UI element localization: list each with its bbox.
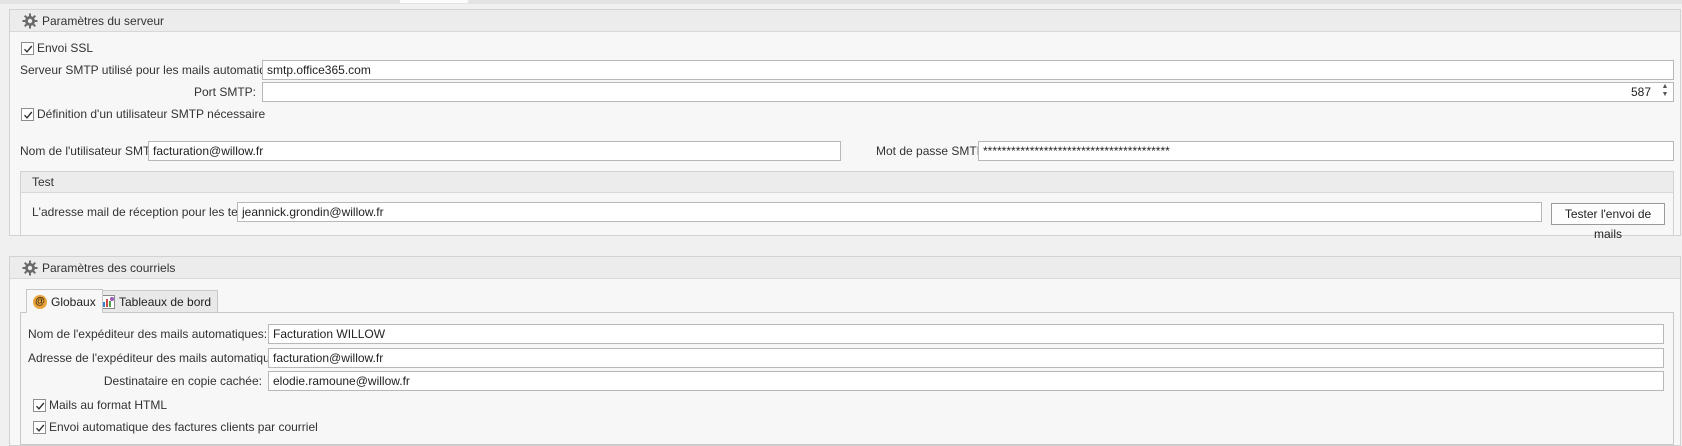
chevron-up-icon[interactable]: ▲	[1659, 83, 1671, 91]
html-format-label: Mails au format HTML	[49, 398, 168, 412]
dashboard-icon	[101, 294, 115, 309]
test-title: Test	[32, 175, 55, 189]
test-address-label: L'adresse mail de réception pour les tes…	[32, 205, 257, 219]
username-input[interactable]: facturation@willow.fr	[148, 141, 841, 161]
bcc-label: Destinataire en copie cachée:	[103, 374, 262, 388]
sender-name-label: Nom de l'expéditeur des mails automatiqu…	[28, 327, 268, 341]
auth-required-label: Définition d'un utilisateur SMTP nécessa…	[37, 107, 266, 121]
gear-icon	[22, 260, 38, 276]
tab-globaux-label: Globaux	[51, 294, 96, 309]
password-label: Mot de passe SMTP:	[876, 144, 989, 158]
auto-invoice-checkbox[interactable]	[33, 421, 46, 434]
html-format-checkbox[interactable]	[33, 399, 46, 412]
ssl-checkbox[interactable]	[21, 42, 34, 55]
username-label: Nom de l'utilisateur SMTP:	[20, 144, 162, 158]
sender-address-label: Adresse de l'expéditeur des mails automa…	[28, 351, 286, 365]
sender-address-input[interactable]: facturation@willow.fr	[268, 348, 1664, 368]
port-stepper[interactable]: ▲ ▼	[1659, 83, 1671, 101]
ssl-label: Envoi SSL	[37, 41, 94, 55]
tab-tableaux-label: Tableaux de bord	[119, 294, 212, 309]
server-settings-title: Paramètres du serveur	[42, 14, 165, 28]
at-mail-icon: @	[33, 294, 47, 309]
sender-name-input[interactable]: Facturation WILLOW	[268, 324, 1664, 344]
chevron-down-icon[interactable]: ▼	[1659, 91, 1671, 99]
bcc-input[interactable]: elodie.ramoune@willow.fr	[268, 371, 1664, 391]
tab-tableaux-de-bord[interactable]: Tableaux de bord	[94, 290, 219, 312]
mail-settings-title: Paramètres des courriels	[42, 261, 176, 275]
top-strip	[0, 0, 1682, 4]
gear-icon	[22, 13, 38, 29]
test-address-input[interactable]: jeannick.grondin@willow.fr	[237, 202, 1542, 222]
top-strip-highlight	[400, 0, 468, 3]
tab-globaux[interactable]: @ Globaux	[26, 289, 103, 313]
auth-required-checkbox[interactable]	[21, 108, 34, 121]
smtp-server-label: Serveur SMTP utilisé pour les mails auto…	[20, 63, 289, 77]
smtp-port-label: Port SMTP:	[193, 85, 256, 99]
auto-invoice-label: Envoi automatique des factures clients p…	[49, 420, 318, 434]
test-header: Test	[21, 172, 1673, 193]
server-settings-header: Paramètres du serveur	[10, 10, 1680, 32]
test-send-button[interactable]: Tester l'envoi de mails	[1551, 203, 1665, 241]
smtp-port-input[interactable]: 587	[262, 82, 1674, 102]
smtp-server-input[interactable]: smtp.office365.com	[262, 60, 1674, 80]
mail-settings-header: Paramètres des courriels	[10, 257, 1680, 279]
password-input[interactable]: ****************************************	[978, 141, 1674, 161]
